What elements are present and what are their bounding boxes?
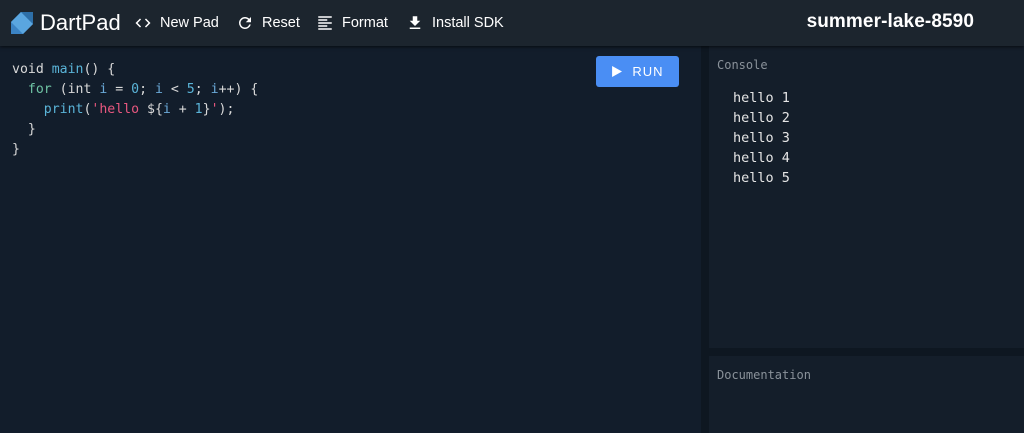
run-label: RUN [632,64,664,79]
console-panel: Console hello 1 hello 2 hello 3 hello 4 … [709,46,1024,348]
console-line: hello 1 [733,90,790,106]
console-line: hello 5 [733,170,790,186]
install-sdk-label: Install SDK [432,15,504,31]
play-icon [612,66,623,77]
pad-name[interactable]: summer-lake-8590 [807,11,974,33]
refresh-icon [238,16,251,29]
app-title: DartPad [40,10,121,35]
run-button[interactable]: RUN [596,56,679,87]
new-pad-button[interactable]: New Pad [134,12,219,34]
code-text[interactable]: void main() { for (int i = 0; i < 5; i++… [12,60,258,160]
format-lines-icon [318,16,332,30]
format-label: Format [342,15,388,31]
console-line: hello 4 [733,150,790,166]
format-button[interactable]: Format [316,12,388,34]
code-line: } [12,142,20,157]
code-line: for (int i = 0; i < 5; i++) { [27,82,259,97]
code-editor[interactable]: void main() { for (int i = 0; i < 5; i++… [0,46,701,433]
dart-logo-icon [11,12,33,34]
new-pad-label: New Pad [160,15,219,31]
reset-button[interactable]: Reset [236,12,300,34]
top-toolbar: DartPad New Pad Reset Format Install SDK… [0,0,1024,46]
console-label: Console [717,58,768,72]
horizontal-splitter[interactable] [709,348,1024,356]
code-line: } [12,122,36,137]
vertical-splitter[interactable] [701,46,709,433]
console-output: hello 1 hello 2 hello 3 hello 4 hello 5 [733,88,790,188]
code-line: void main() { [12,62,116,77]
console-line: hello 3 [733,130,790,146]
console-line: hello 2 [733,110,790,126]
install-sdk-button[interactable]: Install SDK [406,12,504,34]
code-line: print('hello ${i + 1}'); [43,102,235,117]
code-brackets-icon [135,18,151,28]
documentation-label: Documentation [717,368,811,382]
download-icon [409,16,421,29]
documentation-panel: Documentation [709,356,1024,433]
reset-label: Reset [262,15,300,31]
